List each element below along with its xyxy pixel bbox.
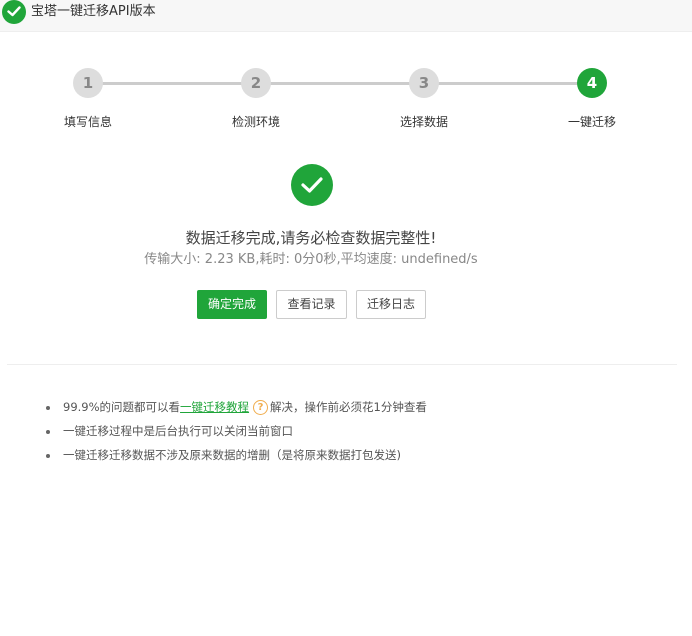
step-2-label: 检测环境 <box>231 115 280 129</box>
view-records-button[interactable]: 查看记录 <box>276 290 347 319</box>
title-bar: 宝塔一键迁移API版本 <box>0 0 692 32</box>
success-check-icon <box>291 164 333 206</box>
list-item: 99.9%的问题都可以看一键迁移教程? 解决，操作前必须花1分钟查看 <box>44 398 427 422</box>
step-connector <box>88 82 256 85</box>
tip-2-text: 一键迁移过程中是后台执行可以关闭当前窗口 <box>63 424 293 438</box>
bullet <box>46 430 50 434</box>
bullet <box>46 454 50 458</box>
list-item: 一键迁移过程中是后台执行可以关闭当前窗口 <box>44 422 427 446</box>
step-2-number: 2 <box>241 68 271 98</box>
tip-1-suffix: 解决，操作前必须花1分钟查看 <box>270 400 427 414</box>
divider <box>7 364 677 365</box>
step-3-label: 选择数据 <box>399 115 448 129</box>
step-connector <box>424 82 592 85</box>
tips-list: 99.9%的问题都可以看一键迁移教程? 解决，操作前必须花1分钟查看 一键迁移过程… <box>44 398 427 470</box>
step-4-number: 4 <box>577 68 607 98</box>
step-3-number: 3 <box>409 68 439 98</box>
migration-log-button[interactable]: 迁移日志 <box>356 290 426 319</box>
tip-3-text: 一键迁移迁移数据不涉及原来数据的增删（是将原来数据打包发送) <box>63 448 401 462</box>
question-circle-icon[interactable]: ? <box>253 400 269 415</box>
step-4-label: 一键迁移 <box>567 115 616 129</box>
step-1-label: 填写信息 <box>63 115 112 129</box>
tip-1-prefix: 99.9%的问题都可以看 <box>63 400 181 414</box>
result-message: 数据迁移完成,请务必检查数据完整性! <box>185 229 437 247</box>
confirm-button[interactable]: 确定完成 <box>197 290 267 319</box>
tutorial-link[interactable]: 一键迁移教程 <box>180 400 249 414</box>
step-1-number: 1 <box>73 68 103 98</box>
step-connector <box>256 82 424 85</box>
check-circle-icon <box>2 0 26 24</box>
result-stats: 传输大小: 2.23 KB,耗时: 0分0秒,平均速度: undefined/s <box>144 252 478 267</box>
bullet <box>46 406 50 410</box>
window-title: 宝塔一键迁移API版本 <box>31 4 156 19</box>
list-item: 一键迁移迁移数据不涉及原来数据的增删（是将原来数据打包发送) <box>44 446 427 470</box>
